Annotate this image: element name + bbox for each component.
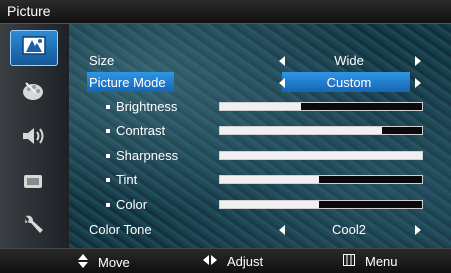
menu-icon	[343, 254, 355, 269]
menu-row-brightness[interactable]: Brightness	[69, 96, 451, 118]
menu-label: Menu	[365, 254, 398, 269]
contrast-label: Contrast	[116, 123, 166, 138]
color-tone-value: Cool2	[332, 222, 366, 237]
color-tone-label: Color Tone	[89, 222, 152, 237]
picture-mode-value: Custom	[326, 75, 372, 90]
sidebar	[0, 24, 69, 248]
brightness-label: Brightness	[116, 99, 178, 114]
menu-row-size[interactable]: Size Wide	[69, 50, 451, 72]
menu-row-contrast[interactable]: Contrast	[69, 120, 451, 142]
wrench-icon	[19, 212, 47, 243]
left-right-arrows-icon	[203, 255, 217, 268]
color-label: Color	[116, 197, 148, 212]
brightness-slider[interactable]	[219, 102, 423, 111]
contrast-slider[interactable]	[219, 126, 423, 135]
sharpness-fill	[220, 152, 422, 159]
up-down-arrows-icon	[78, 254, 88, 271]
speaker-icon	[19, 124, 47, 153]
footer-hints: Move Adjust Menu	[0, 248, 451, 273]
arrow-left-icon[interactable]	[279, 56, 285, 66]
adjust-label: Adjust	[227, 254, 264, 269]
tint-fill	[220, 176, 319, 183]
color-slider[interactable]	[219, 200, 423, 209]
window-title: Picture	[7, 3, 51, 19]
picture-menu: Size Wide Picture Mode Custom Brightness…	[69, 24, 451, 248]
bullet-icon	[106, 203, 110, 207]
menu-row-color-tone[interactable]: Color Tone Cool2	[69, 219, 451, 241]
sidebar-item-picture[interactable]	[10, 30, 58, 66]
menu-row-picture-mode[interactable]: Picture Mode Custom	[69, 72, 451, 94]
sidebar-item-color[interactable]	[10, 76, 56, 110]
picture-mode-label: Picture Mode	[89, 75, 166, 90]
title-bar: Picture	[0, 0, 451, 24]
arrow-right-icon[interactable]	[415, 78, 421, 88]
bullet-icon	[106, 105, 110, 109]
color-fill	[220, 201, 319, 208]
brightness-fill	[220, 103, 301, 110]
arrow-right-icon[interactable]	[415, 56, 421, 66]
menu-row-color[interactable]: Color	[69, 194, 451, 216]
arrow-right-icon[interactable]	[415, 225, 421, 235]
bullet-icon	[106, 129, 110, 133]
sidebar-item-channel[interactable]	[10, 166, 56, 200]
tint-label: Tint	[116, 172, 138, 187]
sidebar-item-sound[interactable]	[10, 121, 56, 155]
size-label: Size	[89, 53, 115, 68]
osd-window: Picture Size Wide Picture Mode Custom Br…	[0, 0, 451, 273]
picture-icon	[20, 34, 48, 63]
tint-slider[interactable]	[219, 175, 423, 184]
sharpness-label: Sharpness	[116, 148, 179, 163]
sharpness-slider[interactable]	[219, 151, 423, 160]
arrow-left-icon[interactable]	[279, 225, 285, 235]
arrow-left-icon[interactable]	[279, 78, 285, 88]
contrast-fill	[220, 127, 382, 134]
color-palette-icon	[20, 79, 46, 108]
bullet-icon	[106, 154, 110, 158]
sidebar-item-setup[interactable]	[10, 210, 56, 244]
hint-adjust: Adjust	[203, 254, 263, 269]
move-label: Move	[98, 255, 130, 270]
hint-menu: Menu	[343, 254, 398, 269]
bullet-icon	[106, 178, 110, 182]
size-value: Wide	[334, 53, 364, 68]
menu-row-tint[interactable]: Tint	[69, 169, 451, 191]
menu-row-sharpness[interactable]: Sharpness	[69, 145, 451, 167]
tv-channel-icon	[19, 169, 47, 198]
hint-move: Move	[78, 254, 130, 271]
